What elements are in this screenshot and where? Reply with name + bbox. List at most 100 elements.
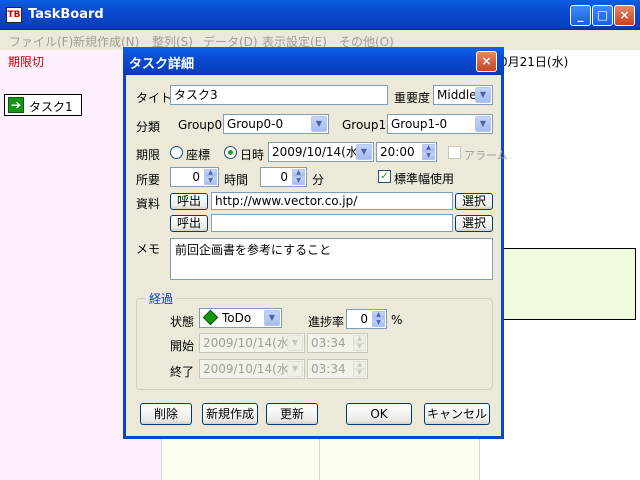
- call-button-1[interactable]: 呼出: [170, 193, 208, 210]
- deadline-time-input[interactable]: 20:00 ▲ ▼: [376, 142, 437, 162]
- end-time-spinner[interactable]: ▲ ▼: [353, 361, 366, 377]
- date-header: 0月21日(水): [500, 55, 569, 69]
- end-label: 終了: [170, 365, 195, 379]
- chevron-down-icon[interactable]: ▼: [475, 87, 491, 103]
- priority-select[interactable]: Middle ▼: [433, 85, 493, 105]
- hours-value: 0: [192, 170, 200, 184]
- spin-down-icon[interactable]: ▼: [422, 152, 435, 160]
- overdue-label: 期限切: [8, 55, 45, 69]
- progress-group-label: 経過: [146, 290, 177, 307]
- alarm-label: アラーム: [464, 149, 508, 162]
- task-detail-dialog: タスク詳細 × タイトル タスク3 重要度 Middle ▼ 分類 Group0…: [123, 47, 508, 439]
- deadline-date-value: 2009/10/14(水): [272, 145, 363, 159]
- spin-up-icon[interactable]: ▲: [372, 311, 385, 319]
- progress-value: 0: [360, 312, 368, 326]
- radio-coordinate-label: 座標: [186, 148, 211, 162]
- dialog-close-button[interactable]: ×: [476, 51, 497, 72]
- cancel-button[interactable]: キャンセル: [424, 403, 490, 425]
- chevron-down-icon[interactable]: ▼: [475, 116, 491, 132]
- select-button-1[interactable]: 選択: [455, 193, 493, 210]
- status-label: 状態: [170, 315, 195, 329]
- start-label: 開始: [170, 339, 195, 353]
- hours-spinner[interactable]: ▲ ▼: [204, 169, 217, 185]
- minutes-spinner[interactable]: ▲ ▼: [292, 169, 305, 185]
- spin-down-icon[interactable]: ▼: [353, 369, 366, 377]
- start-date-picker[interactable]: 2009/10/14(水) ▼: [199, 333, 305, 353]
- minimize-button[interactable]: _: [570, 5, 591, 26]
- resource-input-1[interactable]: http://www.vector.co.jp/: [211, 192, 453, 210]
- menu-file[interactable]: ファイル(F): [9, 33, 73, 50]
- end-time-value: 03:34: [311, 362, 346, 376]
- start-time-value: 03:34: [311, 336, 346, 350]
- maximize-button[interactable]: □: [592, 5, 613, 26]
- minutes-input[interactable]: 0 ▲ ▼: [260, 167, 307, 187]
- group1-label: Group1: [342, 118, 387, 132]
- required-time-label: 所要: [136, 173, 161, 187]
- progress-input[interactable]: 0 ▲ ▼: [346, 309, 387, 329]
- title-input[interactable]: タスク3: [170, 85, 388, 105]
- dialog-titlebar[interactable]: タスク詳細 ×: [123, 47, 504, 75]
- deadline-date-picker[interactable]: 2009/10/14(水) ▼: [268, 142, 374, 162]
- spin-up-icon[interactable]: ▲: [292, 169, 305, 177]
- radio-datetime-label: 日時: [240, 148, 265, 162]
- spin-up-icon[interactable]: ▲: [204, 169, 217, 177]
- arrow-right-icon: ➔: [8, 97, 24, 113]
- memo-label: メモ: [136, 242, 161, 256]
- new-task-button[interactable]: 新規作成: [202, 403, 258, 425]
- group0-label: Group0: [178, 118, 223, 132]
- spin-down-icon[interactable]: ▼: [292, 177, 305, 185]
- start-time-input[interactable]: 03:34 ▲ ▼: [307, 333, 368, 353]
- standard-width-checkbox[interactable]: ✓: [378, 170, 391, 183]
- standard-width-label: 標準幅使用: [394, 172, 455, 186]
- progress-spinner[interactable]: ▲ ▼: [372, 311, 385, 327]
- task-card-label: タスク1: [29, 100, 73, 114]
- spin-up-icon[interactable]: ▲: [353, 335, 366, 343]
- minutes-value: 0: [280, 170, 288, 184]
- select-button-2[interactable]: 選択: [455, 215, 493, 232]
- priority-label: 重要度: [394, 91, 431, 105]
- delete-button[interactable]: 削除: [140, 403, 192, 425]
- ok-button[interactable]: OK: [346, 403, 412, 425]
- chevron-down-icon[interactable]: ▼: [264, 310, 280, 326]
- hours-unit: 時間: [224, 173, 249, 187]
- todo-diamond-icon: [202, 309, 219, 326]
- end-date-value: 2009/10/14(水): [203, 362, 294, 376]
- status-select[interactable]: ToDo ▼: [199, 308, 282, 328]
- memo-textarea[interactable]: 前回企画書を参考にすること: [170, 238, 493, 280]
- task-block[interactable]: [500, 248, 636, 320]
- close-button[interactable]: ×: [614, 5, 635, 26]
- main-titlebar[interactable]: TB TaskBoard _ □ ×: [0, 0, 640, 30]
- status-value: ToDo: [222, 311, 252, 325]
- chevron-down-icon[interactable]: ▼: [287, 335, 303, 351]
- alarm-checkbox[interactable]: [448, 146, 461, 159]
- group0-select[interactable]: Group0-0 ▼: [223, 114, 329, 134]
- priority-value: Middle: [437, 88, 477, 102]
- chevron-down-icon[interactable]: ▼: [287, 361, 303, 377]
- call-button-2[interactable]: 呼出: [170, 215, 208, 232]
- group1-value: Group1-0: [391, 117, 448, 131]
- chevron-down-icon[interactable]: ▼: [311, 116, 327, 132]
- spin-up-icon[interactable]: ▲: [422, 144, 435, 152]
- radio-coordinate[interactable]: [170, 146, 183, 159]
- dialog-title: タスク詳細: [129, 57, 195, 72]
- radio-datetime[interactable]: [224, 146, 237, 159]
- group0-value: Group0-0: [227, 117, 284, 131]
- resource-input-2[interactable]: [211, 214, 453, 232]
- chevron-down-icon[interactable]: ▼: [356, 144, 372, 160]
- app-title: TaskBoard: [28, 7, 104, 22]
- progress-label: 進捗率: [308, 315, 345, 329]
- deadline-time-value: 20:00: [380, 145, 415, 159]
- group1-select[interactable]: Group1-0 ▼: [387, 114, 493, 134]
- task-card[interactable]: ➔ タスク1: [4, 94, 82, 116]
- time-spinner[interactable]: ▲ ▼: [422, 144, 435, 160]
- spin-down-icon[interactable]: ▼: [372, 319, 385, 327]
- end-time-input[interactable]: 03:34 ▲ ▼: [307, 359, 368, 379]
- spin-down-icon[interactable]: ▼: [353, 343, 366, 351]
- spin-down-icon[interactable]: ▼: [204, 177, 217, 185]
- progress-unit: %: [391, 313, 403, 327]
- spin-up-icon[interactable]: ▲: [353, 361, 366, 369]
- hours-input[interactable]: 0 ▲ ▼: [170, 167, 219, 187]
- end-date-picker[interactable]: 2009/10/14(水) ▼: [199, 359, 305, 379]
- update-button[interactable]: 更新: [266, 403, 318, 425]
- start-time-spinner[interactable]: ▲ ▼: [353, 335, 366, 351]
